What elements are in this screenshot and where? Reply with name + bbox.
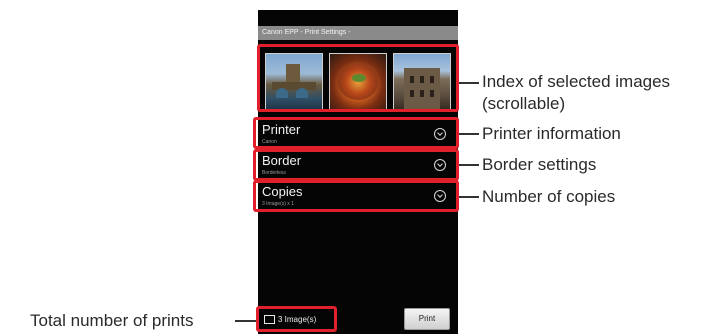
leader-line-copies bbox=[459, 196, 479, 198]
callout-total: Total number of prints bbox=[30, 311, 194, 330]
highlight-border bbox=[253, 149, 459, 181]
highlight-copies bbox=[253, 180, 459, 212]
callout-border: Border settings bbox=[482, 155, 597, 174]
callout-copies: Number of copies bbox=[482, 187, 616, 206]
callout-printer: Printer information bbox=[482, 124, 621, 143]
leader-line-printer bbox=[459, 133, 479, 135]
highlight-printer bbox=[253, 117, 459, 149]
callout-index-line2: (scrollable) bbox=[482, 94, 566, 113]
callout-index-line1: Index of selected images bbox=[482, 72, 671, 91]
leader-line-index bbox=[459, 82, 479, 84]
highlight-print-count bbox=[256, 306, 337, 332]
leader-line-total bbox=[235, 320, 256, 322]
highlight-image-index bbox=[257, 44, 459, 112]
print-button[interactable]: Print bbox=[404, 308, 450, 330]
leader-line-border bbox=[459, 164, 479, 166]
app-title-bar: Canon EPP - Print Settings - bbox=[258, 26, 458, 40]
